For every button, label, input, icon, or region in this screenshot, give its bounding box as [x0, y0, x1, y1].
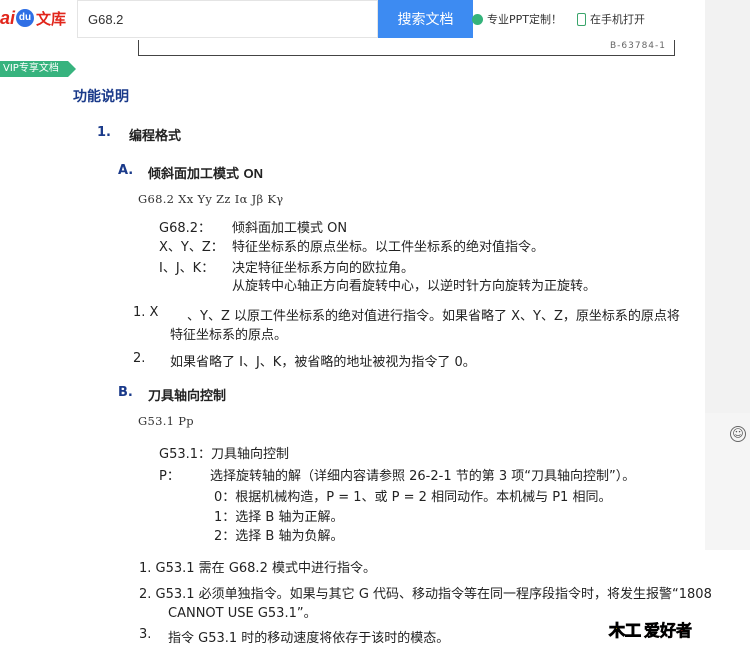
logo-letters: ai — [0, 7, 16, 28]
option-1: 1：选择 B 轴为正解。 — [214, 510, 344, 525]
param-g-value: 倾斜面加工模式 ON — [232, 221, 348, 236]
note-b3-number: 3. — [139, 627, 152, 642]
watermark-part-1: 木工 — [608, 621, 642, 641]
param-ijk-key: I、J、K： — [159, 261, 215, 276]
item1-title: 编程格式 — [129, 129, 182, 144]
param-p-key: P： — [159, 469, 180, 484]
item1-number: 1. — [97, 125, 111, 140]
note-a1-text: 、Y、Z 以原工件坐标系的绝对值进行指令。如果省略了 X、Y、Z，原坐标系的原点… — [187, 309, 680, 324]
param-xyz-value: 特征坐标系的原点坐标。以工件坐标系的绝对值指令。 — [232, 240, 545, 255]
param-g-key: G68.2： — [159, 221, 212, 236]
section-title: 功能说明 — [73, 89, 129, 105]
section-a-title: 倾斜面加工模式 ON — [148, 163, 263, 182]
option-2: 2：选择 B 轴为负解。 — [214, 529, 344, 544]
note-a2-number: 2. — [133, 351, 146, 366]
param-xyz-key: X、Y、Z： — [159, 240, 224, 255]
param-p-value: 选择旋转轴的解（详细内容请参照 26-2-1 节的第 3 项“刀具轴向控制”）。 — [210, 469, 636, 484]
promo-ppt-label: 专业PPT定制！ — [487, 13, 562, 26]
vip-tag: VIP专享文档 — [0, 61, 76, 77]
watermark-part-2: 爱好者 — [644, 621, 693, 641]
badge-icon — [472, 13, 483, 25]
param-g53-line: G53.1：刀具轴向控制 — [159, 447, 290, 462]
right-sidebar — [705, 0, 750, 413]
search-input[interactable] — [77, 0, 378, 38]
watermark-logo: 木工 爱好者 — [608, 616, 693, 642]
promo-ppt-link[interactable]: 专业PPT定制！ — [472, 11, 562, 27]
paw-icon: du — [16, 9, 35, 27]
section-b-label: B. — [118, 385, 133, 400]
wenku-logo[interactable]: ai du 文库 — [0, 4, 66, 32]
document-code: B-63784-1 — [609, 41, 666, 51]
note-b1: 1. G53.1 需在 G68.2 模式中进行指令。 — [139, 561, 376, 576]
phone-icon — [577, 12, 586, 26]
search-button[interactable]: 搜索文档 — [378, 0, 473, 38]
note-b2: 2. G53.1 必须单独指令。如果与其它 G 代码、移动指令等在同一程序段指令… — [139, 587, 712, 602]
top-header: ai du 文库 搜索文档 专业PPT定制！ 在手机打开 — [0, 0, 705, 40]
note-b3-text: 指令 G53.1 时的移动速度将依存于该时的模态。 — [168, 631, 450, 646]
section-a-label: A. — [118, 163, 134, 178]
section-a-title-text: 倾斜面加工模式 — [148, 167, 240, 182]
note-a1-text-2: 特征坐标系的原点。 — [170, 328, 288, 343]
param-ijk-value: 决定特征坐标系方向的欧拉角。 — [232, 261, 415, 276]
note-a2-text: 如果省略了 I、J、K，被省略的地址被视为指令了 0。 — [170, 355, 476, 370]
logo-text: 文库 — [36, 9, 67, 28]
section-a-syntax: G68.2 Xx Yy Zz Iα Jβ Kγ — [138, 192, 284, 206]
open-on-mobile-link[interactable]: 在手机打开 — [577, 11, 645, 27]
note-a1-number: 1. X — [133, 305, 159, 320]
section-b-title: 刀具轴向控制 — [148, 389, 227, 404]
note-b2-continued: CANNOT USE G53.1”。 — [168, 606, 317, 621]
section-b-syntax: G53.1 Pp — [138, 414, 194, 428]
param-ijk-value-2: 从旋转中心轴正方向看旋转中心，以逆时针方向旋转为正旋转。 — [232, 279, 597, 294]
open-on-mobile-label: 在手机打开 — [590, 13, 645, 26]
smiley-icon[interactable]: ☺ — [730, 426, 746, 442]
document-frame: B-63784-1 — [138, 40, 675, 56]
section-a-title-on: ON — [243, 166, 264, 181]
option-0: 0：根据机械构造，P = 1、或 P = 2 相同动作。本机械与 P1 相同。 — [214, 490, 612, 505]
